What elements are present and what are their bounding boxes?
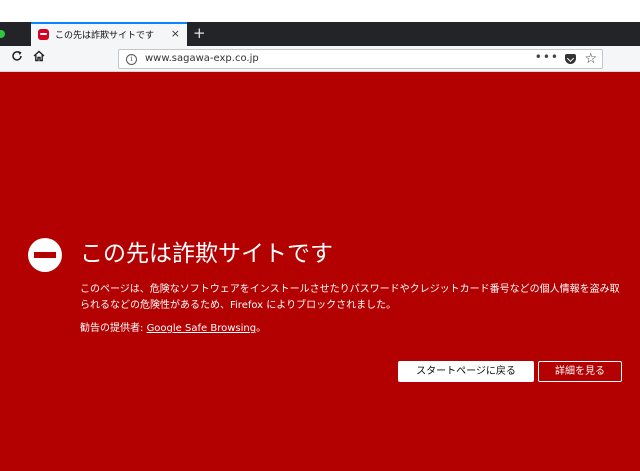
blocked-icon bbox=[38, 29, 49, 40]
blocked-icon bbox=[28, 238, 62, 272]
advisory-suffix: 。 bbox=[256, 323, 267, 334]
url-bar[interactable]: i www.sagawa-exp.co.jp ••• ☆ bbox=[118, 49, 603, 69]
site-info-icon[interactable]: i bbox=[126, 54, 137, 65]
tab-bar: この先は詐欺サイトです × + bbox=[0, 22, 640, 46]
window-maximize-button[interactable] bbox=[0, 30, 5, 38]
window-top-strip bbox=[0, 0, 640, 22]
pocket-icon[interactable] bbox=[565, 54, 576, 64]
advisory-prefix: 勧告の提供者: bbox=[80, 323, 147, 334]
error-title: この先は詐欺サイトです bbox=[80, 241, 333, 267]
error-description: このページは、危険なソフトウェアをインストールさせたりパスワードやクレジットカー… bbox=[80, 284, 620, 311]
home-icon bbox=[33, 50, 45, 62]
tab-active[interactable]: この先は詐欺サイトです × bbox=[31, 22, 187, 46]
navigation-toolbar: i www.sagawa-exp.co.jp ••• ☆ bbox=[0, 46, 640, 72]
url-text[interactable]: www.sagawa-exp.co.jp bbox=[145, 53, 259, 64]
bookmark-star-icon[interactable]: ☆ bbox=[584, 50, 597, 68]
page-actions-menu-button[interactable]: ••• bbox=[535, 50, 559, 64]
home-button[interactable] bbox=[31, 50, 47, 66]
tab-close-button[interactable]: × bbox=[171, 27, 180, 41]
advisory-link[interactable]: Google Safe Browsing bbox=[147, 323, 257, 334]
tab-title: この先は詐欺サイトです bbox=[55, 31, 155, 41]
reload-button[interactable] bbox=[9, 50, 25, 66]
new-tab-button[interactable]: + bbox=[193, 24, 206, 42]
see-details-button[interactable]: 詳細を見る bbox=[538, 361, 622, 382]
reload-icon bbox=[12, 51, 22, 61]
go-back-button[interactable]: スタートページに戻る bbox=[398, 361, 534, 382]
advisory-line: 勧告の提供者: Google Safe Browsing。 bbox=[80, 319, 266, 334]
